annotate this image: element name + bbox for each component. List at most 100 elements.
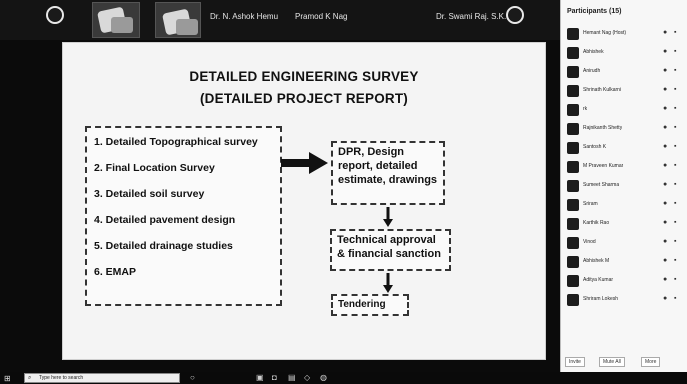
mute-all-button[interactable]: Mute All (599, 357, 625, 367)
list-item[interactable]: Aditya Kumar ● ▪ (563, 271, 686, 290)
list-item[interactable]: Abhishek M ● ▪ (563, 252, 686, 271)
approval-box: Technical approval & financial sanction (330, 229, 451, 271)
participant-name: Santosh K (583, 144, 607, 150)
participant-name: Sriram (583, 201, 598, 207)
scroll-right-button[interactable] (506, 6, 524, 24)
participants-list: Hemant Nag (Host) ● ▪ Abhishek ● ▪ Anirudh ● ▪… (563, 24, 686, 309)
slide-subtitle: (DETAILED PROJECT REPORT) (199, 91, 408, 106)
participant-name: Aditya Kumar (583, 277, 614, 283)
camera-icon[interactable]: ▪ (674, 238, 676, 245)
mic-icon[interactable]: ● (663, 295, 667, 302)
taskbar-search-input[interactable]: ⌕ Type here to search (24, 373, 180, 383)
search-icon: ⌕ (28, 375, 32, 381)
avatar (567, 47, 579, 59)
camera-icon[interactable]: ▪ (674, 105, 676, 112)
mic-icon[interactable]: ● (663, 124, 667, 131)
camera-icon[interactable]: ▪ (674, 181, 676, 188)
list-item[interactable]: Hemant Nag (Host) ● ▪ (563, 24, 686, 43)
camera-icon[interactable]: ▪ (674, 257, 676, 264)
taskbar: ⊞ ⌕ Type here to search ○ ▣ ◘ ▤ ◇ ◍ (0, 372, 687, 384)
camera-icon[interactable]: ▪ (674, 48, 676, 55)
camera-icon[interactable]: ▪ (674, 295, 676, 302)
list-item[interactable]: Shrinath Kulkarni ● ▪ (563, 81, 686, 100)
list-item[interactable]: rk ● ▪ (563, 100, 686, 119)
camera-icon[interactable]: ▪ (674, 124, 676, 131)
participant-name: Vinod (583, 239, 596, 245)
list-item[interactable]: Abhishek ● ▪ (563, 43, 686, 62)
participant-name: Rajnikanth Shetty (583, 125, 623, 131)
participant-video-thumb[interactable] (155, 2, 201, 38)
right-arrow-icon (281, 152, 328, 174)
mic-icon[interactable]: ● (663, 29, 667, 36)
slide-title: DETAILED ENGINEERING SURVEY (189, 69, 419, 84)
avatar (567, 161, 579, 173)
participant-name: M Praveen Kumar (583, 163, 624, 169)
participant-name: Abhishek M (583, 258, 610, 264)
camera-icon[interactable]: ▪ (674, 219, 676, 226)
avatar (567, 85, 579, 97)
mic-icon[interactable]: ● (663, 238, 667, 245)
app-icon[interactable]: ◘ (272, 373, 277, 382)
tendering-box: Tendering (331, 294, 409, 316)
camera-icon[interactable]: ▪ (674, 276, 676, 283)
avatar (567, 256, 579, 268)
camera-icon[interactable]: ▪ (674, 86, 676, 93)
list-item[interactable]: Santosh K ● ▪ (563, 138, 686, 157)
panel-footer: Invite Mute All More (565, 357, 685, 369)
participants-panel: Participants (15) Hemant Nag (Host) ● ▪ Ab… (560, 0, 687, 384)
dpr-box: DPR, Design report, detailed estimate, d… (331, 141, 445, 205)
video-strip: Dr. N. Ashok Hemu Pramod K Nag Dr. Swami… (0, 0, 560, 40)
list-item[interactable]: Vinod ● ▪ (563, 233, 686, 252)
mic-icon[interactable]: ● (663, 219, 667, 226)
camera-icon[interactable]: ▪ (674, 29, 676, 36)
app-icon[interactable]: ◍ (320, 373, 327, 382)
scroll-left-button[interactable] (46, 6, 64, 24)
participant-name: Karthik Rao (583, 220, 610, 226)
windows-start-icon[interactable]: ⊞ (4, 374, 11, 383)
camera-icon[interactable]: ▪ (674, 162, 676, 169)
list-item[interactable]: M Praveen Kumar ● ▪ (563, 157, 686, 176)
mic-icon[interactable]: ● (663, 105, 667, 112)
avatar (567, 199, 579, 211)
camera-icon[interactable]: ▪ (674, 200, 676, 207)
avatar (567, 28, 579, 40)
mic-icon[interactable]: ● (663, 86, 667, 93)
mic-icon[interactable]: ● (663, 143, 667, 150)
app-icon[interactable]: ◇ (304, 373, 310, 382)
task-view-icon[interactable]: ○ (190, 373, 195, 382)
avatar (567, 237, 579, 249)
mic-icon[interactable]: ● (663, 200, 667, 207)
mic-icon[interactable]: ● (663, 257, 667, 264)
mic-icon[interactable]: ● (663, 162, 667, 169)
avatar (567, 66, 579, 78)
avatar (567, 180, 579, 192)
mic-icon[interactable]: ● (663, 67, 667, 74)
list-item[interactable]: Shriram Lokesh ● ▪ (563, 290, 686, 309)
participant-name: rk (583, 106, 588, 112)
avatar (567, 275, 579, 287)
more-button[interactable]: More (641, 357, 661, 367)
avatar (567, 123, 579, 135)
camera-icon[interactable]: ▪ (674, 67, 676, 74)
participant-name: Shriram Lokesh (583, 296, 619, 302)
participant-name: Dr. N. Ashok Hemu (210, 12, 279, 21)
invite-button[interactable]: Invite (565, 357, 585, 367)
participant-video-thumb[interactable] (92, 2, 140, 38)
shared-slide: DETAILED ENGINEERING SURVEY (DETAILED PR… (62, 42, 546, 360)
list-item[interactable]: Karthik Rao ● ▪ (563, 214, 686, 233)
mic-icon[interactable]: ● (663, 48, 667, 55)
avatar (567, 218, 579, 230)
list-item[interactable]: Anirudh ● ▪ (563, 62, 686, 81)
mic-icon[interactable]: ● (663, 276, 667, 283)
list-item[interactable]: Rajnikanth Shetty ● ▪ (563, 119, 686, 138)
panel-title: Participants (15) (567, 8, 622, 15)
app-icon[interactable]: ▤ (288, 373, 296, 382)
list-item[interactable]: Sumeet Sharma ● ▪ (563, 176, 686, 195)
avatar (567, 104, 579, 116)
step-item: 6. EMAP (94, 266, 137, 278)
list-item[interactable]: Sriram ● ▪ (563, 195, 686, 214)
app-icon[interactable]: ▣ (256, 373, 264, 382)
camera-icon[interactable]: ▪ (674, 143, 676, 150)
search-placeholder: Type here to search (39, 375, 84, 381)
mic-icon[interactable]: ● (663, 181, 667, 188)
